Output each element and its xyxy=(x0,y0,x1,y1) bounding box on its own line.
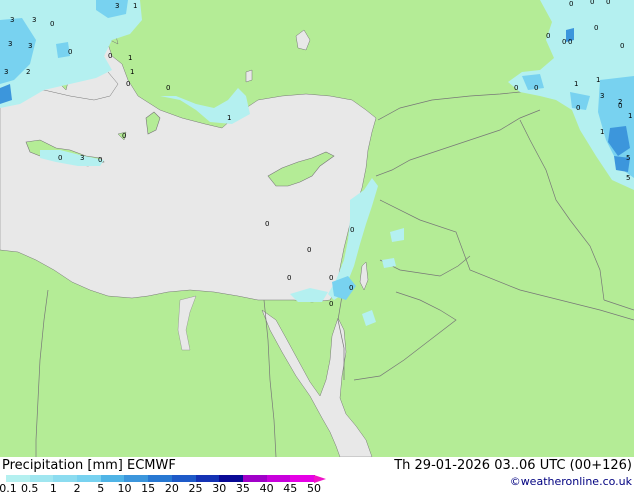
colorbar-cell xyxy=(219,475,244,482)
precip-value-label: 3 xyxy=(32,16,36,24)
precip-value-label: 3 xyxy=(28,42,32,50)
colorbar-tick-label: 10 xyxy=(117,482,132,495)
precip-value-label: 0 xyxy=(576,104,580,112)
precip-value-label: 2 xyxy=(26,68,30,76)
precip-value-label: 0 xyxy=(349,284,353,292)
colorbar-tick-label: 40 xyxy=(259,482,274,495)
precip-value-label: 0 xyxy=(287,274,291,282)
valid-datetime: Th 29-01-2026 03..06 UTC (00+126) xyxy=(394,458,632,473)
colorbar-cell xyxy=(77,475,102,482)
precip-value-label: 0 xyxy=(620,42,624,50)
colorbar-tick-label: 0.1 xyxy=(0,482,17,495)
precip-value-label: 1 xyxy=(628,112,632,120)
product-title: Precipitation [mm] ECMWF xyxy=(2,458,176,473)
colorbar-tick-label: 45 xyxy=(283,482,298,495)
colorbar-cell xyxy=(266,475,292,482)
precip-value-label: 0 xyxy=(98,156,102,164)
precip-value-label: 3 xyxy=(4,68,8,76)
colorbar-cell xyxy=(148,475,173,482)
precip-value-label: 0 xyxy=(569,0,573,8)
colorbar-tick-label: 20 xyxy=(164,482,179,495)
precip-value-label: 3 xyxy=(10,16,14,24)
colorbar-cell xyxy=(195,475,221,482)
map-canvas: 3 13 3 03 303 20 110 0100 3 0000 0000 0 000000 0 1 1030… xyxy=(0,0,634,457)
precip-value-label: 0 xyxy=(265,220,269,228)
colorbar-cell xyxy=(171,475,197,482)
colorbar-cell xyxy=(290,475,315,482)
credit-link[interactable]: ©weatheronline.co.uk xyxy=(510,475,632,488)
precipitation-map[interactable]: 3133033032011001003000000000000000011030… xyxy=(0,0,634,457)
precip-value-label: 1 xyxy=(133,2,137,10)
precip-value-label: 0 xyxy=(126,80,130,88)
precip-value-label: 0 xyxy=(594,24,598,32)
precip-value-label: 0 xyxy=(329,300,333,308)
colorbar-tick-label: 35 xyxy=(235,482,250,495)
colorbar-cell xyxy=(53,475,79,482)
colorbar-cell xyxy=(100,475,126,482)
precip-value-label: 1 xyxy=(596,76,600,84)
colorbar-tick-label: 2 xyxy=(73,482,81,495)
precip-value-label: 3 xyxy=(80,154,84,162)
precip-value-label: 0 xyxy=(350,226,354,234)
colorbar-tick-label: 25 xyxy=(188,482,203,495)
colorbar-cell xyxy=(242,475,268,482)
colorbar-cell xyxy=(6,475,31,482)
precip-value-label: 0 xyxy=(50,20,54,28)
colorbar-cell xyxy=(29,475,55,482)
precip-value-label: 0 xyxy=(606,0,610,6)
precip-value-label: 0 xyxy=(166,84,170,92)
colorbar-tick-label: 30 xyxy=(212,482,227,495)
precip-value-label: 1 xyxy=(574,80,578,88)
precip-value-label: 5 xyxy=(626,154,630,162)
precip-value-label: 5 xyxy=(626,174,630,182)
precip-value-label: 0 xyxy=(122,132,126,140)
precip-value-label: 0 xyxy=(58,154,62,162)
colorbar-tick-label: 15 xyxy=(141,482,156,495)
precip-value-label: 0 xyxy=(546,32,550,40)
colorbar-cell xyxy=(124,475,150,482)
precip-value-label: 0 xyxy=(108,52,112,60)
precip-value-label: 0 xyxy=(514,84,518,92)
colorbar-tick-label: 5 xyxy=(97,482,105,495)
precip-value-label: 3 xyxy=(115,2,119,10)
precip-value-label: 1 xyxy=(128,54,132,62)
colorbar-tick-label: 50 xyxy=(307,482,321,495)
precip-value-label: 0 xyxy=(534,84,538,92)
precip-value-label: 3 xyxy=(600,92,604,100)
precip-value-label: 1 xyxy=(227,114,231,122)
precip-value-label: 0 xyxy=(590,0,594,6)
precip-value-label: 0 xyxy=(68,48,72,56)
map-footer: Precipitation [mm] ECMWF Th 29-01-2026 0… xyxy=(0,457,634,495)
precip-value-label: 2 xyxy=(618,98,622,106)
precip-value-label: 3 xyxy=(8,40,12,48)
precip-value-label: 0 xyxy=(568,38,572,46)
precip-value-label: 1 xyxy=(130,68,134,76)
precip-value-label: 0 xyxy=(562,38,566,46)
colorbar-tick-label: 1 xyxy=(49,482,57,495)
precip-value-label: 0 xyxy=(307,246,311,254)
colorbar-tick-label: 0.5 xyxy=(20,482,39,495)
precip-value-label: 0 xyxy=(329,274,333,282)
precip-value-label: 1 xyxy=(600,128,604,136)
